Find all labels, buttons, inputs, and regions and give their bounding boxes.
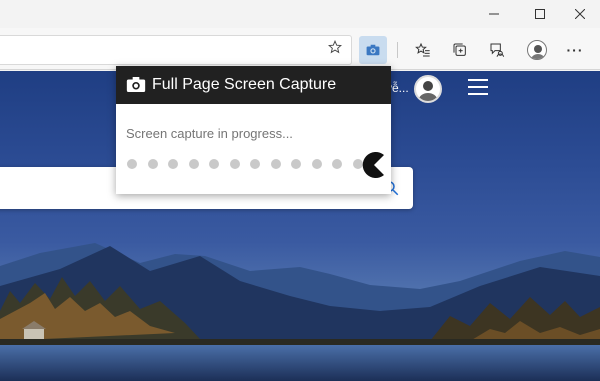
progress-dot bbox=[147, 159, 158, 169]
address-bar[interactable] bbox=[0, 35, 352, 65]
progress-dot bbox=[188, 159, 199, 169]
popup-header: Full Page Screen Capture bbox=[116, 66, 391, 104]
progress-dot bbox=[229, 159, 240, 169]
favorite-star-button[interactable] bbox=[324, 36, 346, 58]
minimize-icon bbox=[489, 13, 499, 15]
feedback-button[interactable] bbox=[483, 36, 511, 64]
maximize-icon bbox=[535, 9, 545, 19]
close-icon bbox=[575, 9, 585, 19]
camera-icon bbox=[366, 44, 380, 56]
star-outline-icon bbox=[328, 40, 342, 54]
profile-button[interactable] bbox=[523, 36, 551, 64]
hamburger-menu-icon[interactable] bbox=[468, 79, 488, 95]
feedback-icon bbox=[490, 43, 505, 57]
minimize-button[interactable] bbox=[474, 0, 514, 28]
screen-capture-extension-button[interactable] bbox=[359, 36, 387, 64]
screen-capture-popup: Full Page Screen Capture Screen capture … bbox=[116, 66, 391, 194]
collections-button[interactable] bbox=[446, 36, 474, 64]
window-titlebar bbox=[0, 0, 600, 28]
browser-toolbar: ··· bbox=[0, 28, 600, 70]
site-avatar[interactable] bbox=[414, 75, 442, 103]
progress-pacman-icon bbox=[361, 152, 387, 183]
favorites-button[interactable] bbox=[409, 36, 437, 64]
more-button[interactable]: ··· bbox=[561, 36, 589, 64]
progress-dot bbox=[311, 159, 322, 169]
popup-title: Full Page Screen Capture bbox=[152, 76, 337, 93]
progress-dot bbox=[209, 159, 219, 169]
camera-icon bbox=[126, 76, 146, 98]
close-button[interactable] bbox=[560, 0, 600, 28]
capture-status-text: Screen capture in progress... bbox=[126, 126, 293, 141]
progress-dot bbox=[270, 159, 281, 169]
progress-dot bbox=[127, 159, 137, 169]
progress-dot bbox=[291, 159, 301, 169]
avatar bbox=[527, 40, 547, 60]
progress-dot bbox=[332, 159, 342, 169]
maximize-button[interactable] bbox=[520, 0, 560, 28]
progress-dot bbox=[168, 159, 178, 169]
collections-icon bbox=[453, 43, 466, 56]
progress-dots bbox=[127, 159, 377, 171]
progress-dot bbox=[250, 159, 260, 169]
toolbar-separator bbox=[397, 42, 398, 58]
favorites-icon bbox=[415, 42, 430, 57]
